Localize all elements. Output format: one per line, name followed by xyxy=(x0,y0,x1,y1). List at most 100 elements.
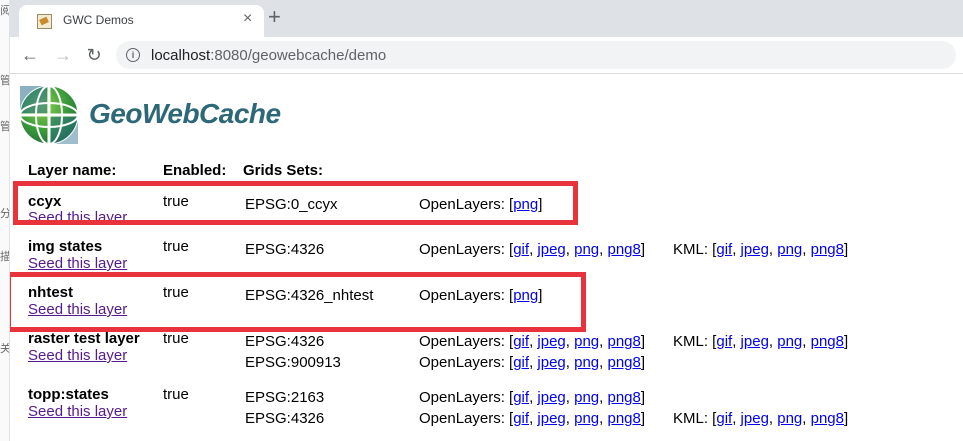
globe-logo-icon xyxy=(19,85,79,145)
new-tab-icon[interactable]: + xyxy=(268,6,281,28)
url-host: localhost xyxy=(151,47,211,64)
format-link[interactable]: gif xyxy=(716,241,732,258)
openlayers-label: OpenLayers: [ xyxy=(419,354,514,371)
format-link[interactable]: gif xyxy=(513,241,529,258)
grid-set-name: EPSG:4326 xyxy=(245,333,325,350)
openlayers-label: OpenLayers: [ xyxy=(419,410,514,427)
separator: , xyxy=(802,241,811,258)
bracket: ] xyxy=(640,241,646,258)
separator: , xyxy=(768,333,778,350)
format-link[interactable]: png xyxy=(777,241,802,258)
edge-glyph: 分 xyxy=(0,208,9,220)
format-link[interactable]: gif xyxy=(513,354,529,371)
format-link[interactable]: png8 xyxy=(811,410,844,427)
bracket: ] xyxy=(640,333,646,350)
forward-arrow-icon[interactable]: → xyxy=(51,43,75,67)
tab-strip: GWC Demos × + xyxy=(9,0,963,37)
format-link[interactable]: png xyxy=(574,354,599,371)
browser-tab[interactable]: GWC Demos × xyxy=(19,5,264,37)
bracket: ] xyxy=(844,333,849,350)
kml-links: KML: [gif, jpeg, png, png8] xyxy=(673,241,848,258)
bracket: ] xyxy=(844,410,849,427)
separator: , xyxy=(565,333,575,350)
format-link[interactable]: jpeg xyxy=(741,410,769,427)
format-link[interactable]: jpeg xyxy=(537,389,565,406)
openlayers-links: OpenLayers: [gif, jpeg, png, png8] xyxy=(419,333,645,350)
separator: , xyxy=(802,333,811,350)
format-link[interactable]: png xyxy=(574,410,599,427)
kml-links: KML: [gif, jpeg, png, png8] xyxy=(673,410,848,427)
tab-title: GWC Demos xyxy=(63,13,134,27)
format-link[interactable]: jpeg xyxy=(741,241,769,258)
kml-label: KML: [ xyxy=(673,333,717,350)
grid-sets-header: Grids Sets: xyxy=(243,162,324,179)
grid-set-name: EPSG:4326 xyxy=(245,410,325,427)
format-link[interactable]: png xyxy=(574,241,599,258)
separator: , xyxy=(565,389,575,406)
seed-layer-link[interactable]: Seed this layer xyxy=(28,255,127,272)
edge-glyph: 管 xyxy=(0,121,9,133)
grid-set-name: EPSG:4326 xyxy=(245,241,325,258)
layer-enabled: true xyxy=(163,386,189,403)
format-link[interactable]: gif xyxy=(716,410,732,427)
openlayers-label: OpenLayers: [ xyxy=(419,389,514,406)
format-link[interactable]: png8 xyxy=(607,354,640,371)
bracket: ] xyxy=(640,389,646,406)
format-link[interactable]: png xyxy=(777,333,802,350)
openlayers-links: OpenLayers: [gif, jpeg, png, png8] xyxy=(419,410,645,427)
separator: , xyxy=(565,241,575,258)
site-info-icon[interactable]: i xyxy=(126,48,140,62)
format-link[interactable]: png8 xyxy=(607,389,640,406)
reload-icon[interactable]: ↻ xyxy=(82,43,106,67)
format-link[interactable]: png xyxy=(777,410,802,427)
openlayers-label: OpenLayers: [ xyxy=(419,241,514,258)
format-link[interactable]: gif xyxy=(716,333,732,350)
layer-name: topp:states xyxy=(28,386,109,403)
format-link[interactable]: png8 xyxy=(811,241,844,258)
layer-name-header: Layer name: xyxy=(28,162,117,179)
separator: , xyxy=(565,354,575,371)
back-arrow-icon[interactable]: ← xyxy=(18,43,42,67)
openlayers-links: OpenLayers: [gif, jpeg, png, png8] xyxy=(419,241,645,258)
separator: , xyxy=(768,410,778,427)
format-link[interactable]: png8 xyxy=(607,410,640,427)
format-link[interactable]: png8 xyxy=(811,333,844,350)
edge-glyph: 管 xyxy=(0,75,9,87)
layer-enabled: true xyxy=(163,238,189,255)
kml-label: KML: [ xyxy=(673,241,717,258)
seed-layer-link[interactable]: Seed this layer xyxy=(28,347,127,364)
geowebcache-logo: GeoWebCache xyxy=(18,84,281,146)
separator: , xyxy=(732,241,741,258)
separator: , xyxy=(802,410,811,427)
enabled-header: Enabled: xyxy=(163,162,227,179)
separator: , xyxy=(732,410,741,427)
separator: , xyxy=(732,333,741,350)
format-link[interactable]: png xyxy=(574,333,599,350)
format-link[interactable]: jpeg xyxy=(537,354,565,371)
format-link[interactable]: png8 xyxy=(607,241,640,258)
address-bar[interactable]: i localhost:8080/geowebcache/demo xyxy=(116,41,956,69)
highlight-box-nhtest xyxy=(6,272,586,332)
format-link[interactable]: gif xyxy=(513,410,529,427)
openlayers-links: OpenLayers: [gif, jpeg, png, png8] xyxy=(419,354,645,371)
layer-name: raster test layer xyxy=(28,330,140,347)
format-link[interactable]: png8 xyxy=(607,333,640,350)
format-link[interactable]: jpeg xyxy=(537,333,565,350)
format-link[interactable]: gif xyxy=(513,333,529,350)
bracket: ] xyxy=(640,410,646,427)
format-link[interactable]: gif xyxy=(513,389,529,406)
logo-wordmark: GeoWebCache xyxy=(89,98,281,129)
close-tab-icon[interactable]: × xyxy=(243,11,252,27)
edge-glyph: 关 xyxy=(0,343,9,355)
openlayers-label: OpenLayers: [ xyxy=(419,333,514,350)
seed-layer-link[interactable]: Seed this layer xyxy=(28,403,127,420)
layer-enabled: true xyxy=(163,330,189,347)
url-path: :8080/geowebcache/demo xyxy=(210,47,387,64)
format-link[interactable]: jpeg xyxy=(537,410,565,427)
format-link[interactable]: png xyxy=(574,389,599,406)
format-link[interactable]: jpeg xyxy=(537,241,565,258)
bracket: ] xyxy=(844,241,849,258)
format-link[interactable]: jpeg xyxy=(741,333,769,350)
kml-label: KML: [ xyxy=(673,410,717,427)
url-text[interactable]: localhost:8080/geowebcache/demo xyxy=(151,47,386,64)
